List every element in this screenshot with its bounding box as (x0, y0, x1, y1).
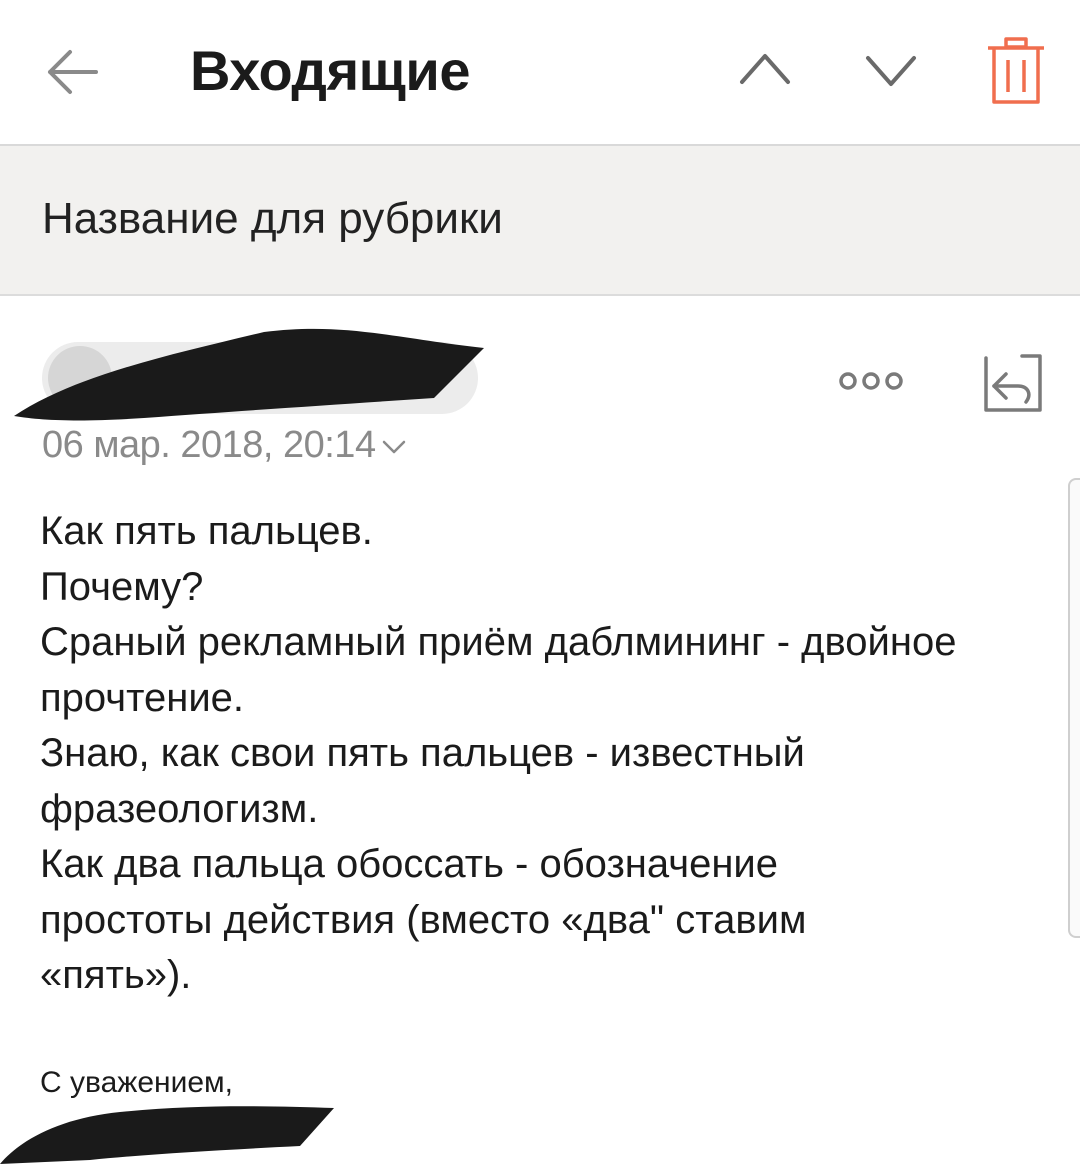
chevron-down-icon (382, 440, 405, 454)
message-body: Как пять пальцев. Почему? Сраный рекламн… (40, 504, 1050, 1004)
body-line: Сраный рекламный приём даблмининг - двой… (40, 620, 957, 664)
trash-icon[interactable] (984, 36, 1048, 106)
scrollbar[interactable] (1068, 478, 1080, 938)
body-line: фразеологизм. (40, 786, 319, 831)
body-line: простоты действия (вместо «два" ставим (40, 897, 807, 942)
body-line: прочтение. (40, 675, 245, 720)
subject-bar: Название для рубрики (0, 146, 1080, 296)
body-line: Как пять пальцев. (40, 509, 373, 553)
chevron-down-icon[interactable] (864, 50, 918, 90)
chevron-up-icon[interactable] (738, 48, 792, 88)
body-line: Как два пальца обоссать - обозначение (40, 842, 779, 886)
more-dots-icon[interactable] (838, 366, 904, 396)
message-date-text: 06 мар. 2018, 20:14 (42, 424, 376, 466)
arrow-left-icon[interactable] (44, 44, 100, 100)
body-line: Знаю, как свои пять пальцев - известный (40, 731, 805, 775)
sender-redaction (14, 328, 484, 421)
body-line: Почему? (40, 564, 204, 609)
page-title: Входящие (190, 39, 470, 102)
message-date[interactable]: 06 мар. 2018, 20:14 (42, 424, 406, 467)
reply-icon[interactable] (982, 352, 1044, 414)
top-bar: Входящие (0, 0, 1080, 146)
message-subject: Название для рубрики (42, 194, 503, 243)
signature: С уважением, (40, 1066, 234, 1099)
body-line: «пять»). (40, 953, 192, 997)
signature-redaction (0, 1106, 334, 1164)
